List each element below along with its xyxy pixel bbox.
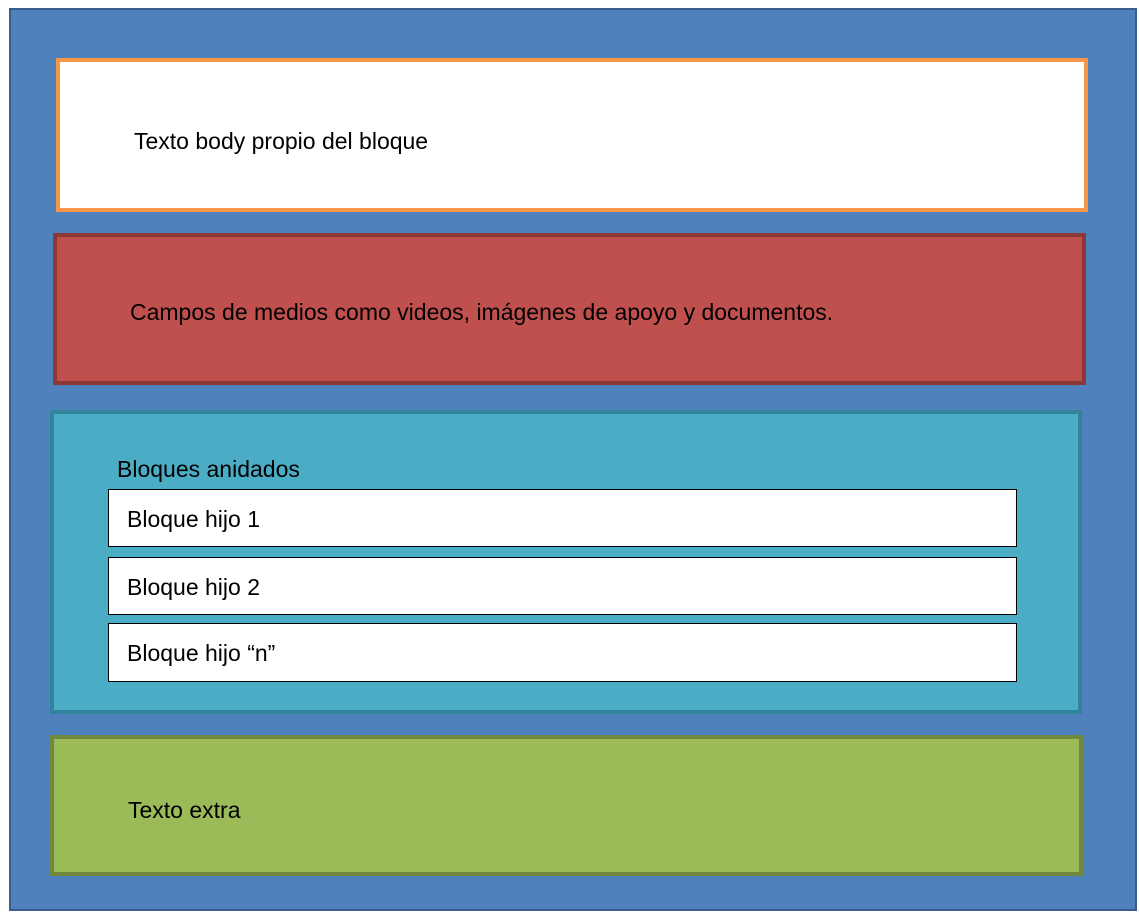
nested-blocks-container: Bloques anidados Bloque hijo 1 Bloque hi… [50, 410, 1082, 714]
body-text-label: Texto body propio del bloque [134, 128, 429, 154]
extra-text-label: Texto extra [128, 797, 241, 823]
child-block-label: Bloque hijo 2 [127, 574, 260, 600]
media-fields-block: Campos de medios como videos, imágenes d… [53, 233, 1086, 385]
child-block-label: Bloque hijo 1 [127, 506, 260, 532]
child-block-n: Bloque hijo “n” [108, 623, 1017, 682]
child-block-1: Bloque hijo 1 [108, 489, 1017, 547]
child-block-2: Bloque hijo 2 [108, 557, 1017, 615]
body-text-block: Texto body propio del bloque [56, 58, 1088, 212]
media-fields-label: Campos de medios como videos, imágenes d… [130, 299, 834, 325]
child-block-label: Bloque hijo “n” [127, 640, 276, 666]
extra-text-block: Texto extra [50, 735, 1083, 876]
nested-blocks-title: Bloques anidados [117, 456, 300, 482]
